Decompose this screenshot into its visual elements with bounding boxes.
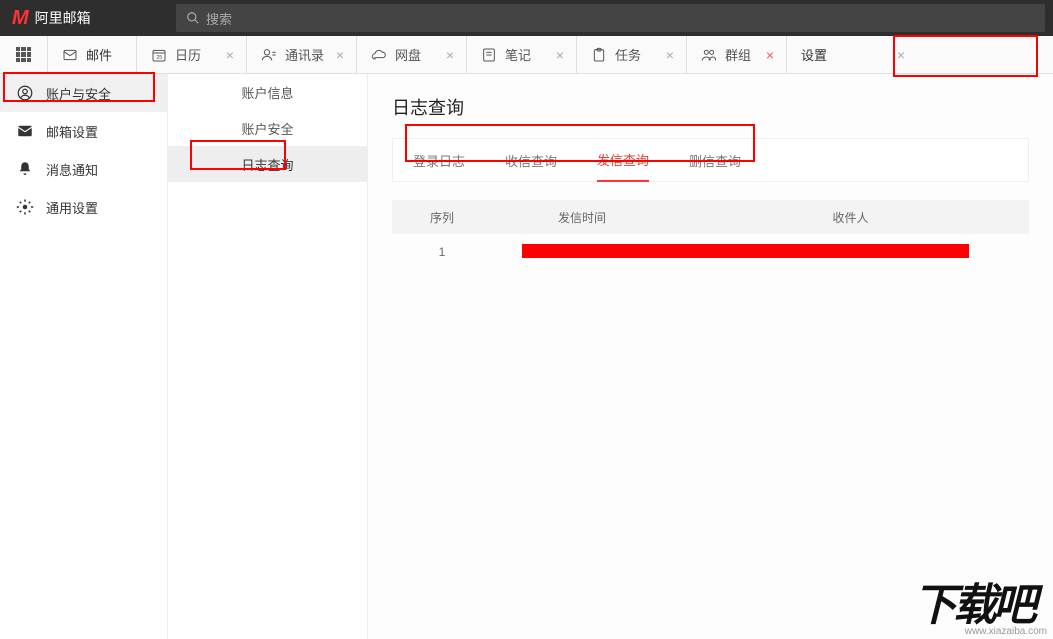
tab-label: 设置 [801,45,827,64]
sidebar-item-general[interactable]: 通用设置 [0,188,167,226]
apps-icon [16,47,32,63]
col-time: 发信时间 [492,209,672,226]
sub-sidebar: 账户信息 账户安全 日志查询 [168,74,368,639]
tab-label: 笔记 [505,45,531,64]
tab-contacts[interactable]: 通讯录 × [247,36,357,73]
tab-group[interactable]: 群组 × [687,36,787,73]
content-pane: 日志查询 登录日志 收信查询 发信查询 删信查询 序列 发信时间 收件人 1 [368,74,1053,639]
watermark-text: 下载吧 [913,581,1033,630]
cell-seq: 1 [392,245,492,259]
qtab-label: 删信查询 [689,151,741,170]
notes-icon [481,47,497,63]
close-icon[interactable]: × [332,47,348,63]
brand-text: 阿里邮箱 [35,8,91,28]
qtab-receive-query[interactable]: 收信查询 [505,138,557,182]
qtab-send-query[interactable]: 发信查询 [597,138,649,182]
contacts-icon [261,47,277,63]
close-icon[interactable]: × [442,47,458,63]
watermark-url: www.xiazaiba.com [965,626,1047,637]
bell-icon [16,160,34,178]
tasks-icon [591,47,607,63]
tab-tasks[interactable]: 任务 × [577,36,687,73]
page-title: 日志查询 [392,94,1029,120]
tab-settings[interactable]: 设置 × [787,36,917,73]
sidebar-item-account-security[interactable]: 账户与安全 [0,74,167,112]
sub-item-log-query[interactable]: 日志查询 [168,146,367,182]
user-shield-icon [16,84,34,102]
search-placeholder: 搜索 [206,9,232,28]
tab-label: 通讯录 [285,45,324,64]
col-recipient: 收件人 [672,209,1029,226]
calendar-icon: 25 [151,47,167,63]
sidebar-item-notifications[interactable]: 消息通知 [0,150,167,188]
logo-icon: M [12,7,29,30]
cloud-icon [371,47,387,63]
group-icon [701,47,717,63]
sidebar-item-mail-settings[interactable]: 邮箱设置 [0,112,167,150]
search-input[interactable]: 搜索 [176,4,1045,32]
sub-item-account-info[interactable]: 账户信息 [168,74,367,110]
apps-button[interactable] [0,36,48,73]
tab-label: 群组 [725,45,751,64]
close-icon[interactable]: × [552,47,568,63]
qtab-label: 发信查询 [597,150,649,169]
close-icon[interactable]: × [762,47,778,63]
tab-mail[interactable]: 邮件 [48,36,137,73]
gear-icon [16,198,34,216]
log-table: 序列 发信时间 收件人 1 [392,200,1029,270]
sidebar-label: 账户与安全 [46,84,111,103]
tab-cloud[interactable]: 网盘 × [357,36,467,73]
query-tabs: 登录日志 收信查询 发信查询 删信查询 [392,138,1029,182]
search-icon [186,11,200,25]
col-seq: 序列 [392,209,492,226]
close-icon[interactable]: × [662,47,678,63]
watermark-logo: 下载吧 [913,569,1053,629]
sidebar-label: 通用设置 [46,198,98,217]
tab-mail-label: 邮件 [86,45,112,64]
brand-logo: M 阿里邮箱 [0,0,168,36]
table-header: 序列 发信时间 收件人 [392,200,1029,234]
envelope-icon [62,47,78,63]
sub-label: 日志查询 [241,155,293,174]
sub-label: 账户信息 [241,83,293,102]
redacted-bar [522,244,969,258]
qtab-label: 登录日志 [413,151,465,170]
tab-notes[interactable]: 笔记 × [467,36,577,73]
qtab-login-log[interactable]: 登录日志 [413,138,465,182]
tab-label: 任务 [615,45,641,64]
sidebar-label: 邮箱设置 [46,122,98,141]
qtab-label: 收信查询 [505,151,557,170]
app-header: M 阿里邮箱 搜索 [0,0,1053,36]
sidebar-label: 消息通知 [46,160,98,179]
main-area: 账户与安全 邮箱设置 消息通知 通用设置 账户信息 账户安全 日志查询 日志查询… [0,74,1053,639]
tab-label: 网盘 [395,45,421,64]
settings-sidebar: 账户与安全 邮箱设置 消息通知 通用设置 [0,74,168,639]
svg-text:25: 25 [156,55,162,61]
tab-calendar[interactable]: 25 日历 × [137,36,247,73]
close-icon[interactable]: × [222,47,238,63]
close-icon[interactable]: × [893,47,909,63]
tab-label: 日历 [175,45,201,64]
sub-item-account-security[interactable]: 账户安全 [168,110,367,146]
qtab-delete-query[interactable]: 删信查询 [689,138,741,182]
tab-bar: 邮件 25 日历 × 通讯录 × 网盘 × 笔记 × 任务 × 群组 × 设置 … [0,36,1053,74]
table-row[interactable]: 1 [392,234,1029,270]
envelope-icon [16,122,34,140]
sub-label: 账户安全 [241,119,293,138]
